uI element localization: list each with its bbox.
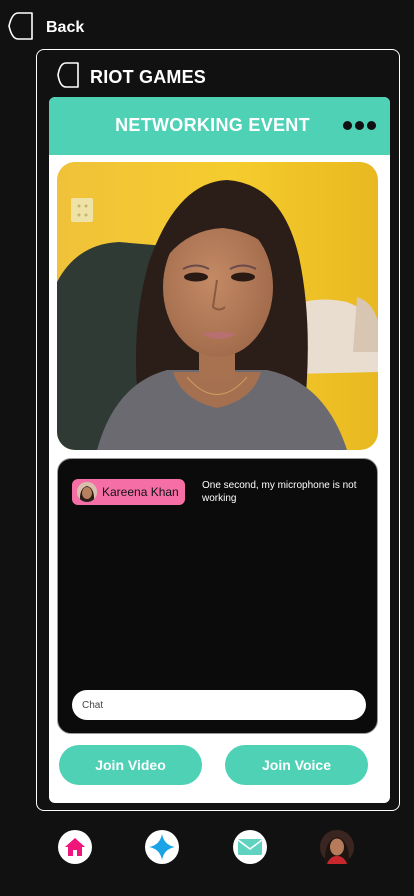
join-voice-button[interactable]: Join Voice <box>225 745 368 785</box>
back-arrow-icon <box>6 10 38 46</box>
chat-panel: Kareena Khan One second, my microphone i… <box>57 458 378 734</box>
event-header: NETWORKING EVENT <box>49 97 390 155</box>
author-avatar <box>77 482 97 502</box>
more-options-icon[interactable] <box>343 121 376 130</box>
event-title: NETWORKING EVENT <box>115 115 310 135</box>
profile-avatar[interactable] <box>320 830 354 864</box>
home-icon[interactable] <box>58 830 92 864</box>
back-label: Back <box>46 19 85 36</box>
video-feed[interactable] <box>57 162 378 450</box>
message-text: One second, my microphone is not working <box>202 480 357 504</box>
event-card: NETWORKING EVENT Kareena Khan One second… <box>49 97 390 803</box>
join-video-button[interactable]: Join Video <box>59 745 202 785</box>
chat-input[interactable] <box>72 690 366 720</box>
mail-icon[interactable] <box>233 830 267 864</box>
message-author-chip[interactable]: Kareena Khan <box>72 479 185 505</box>
message-author-name: Kareena Khan <box>102 485 179 499</box>
group-back-arrow-icon[interactable] <box>56 61 82 93</box>
back-button[interactable]: Back <box>6 10 84 46</box>
group-header[interactable]: RIOT GAMES <box>56 61 206 93</box>
group-name: RIOT GAMES <box>90 66 207 87</box>
explore-star-icon[interactable] <box>145 830 179 864</box>
